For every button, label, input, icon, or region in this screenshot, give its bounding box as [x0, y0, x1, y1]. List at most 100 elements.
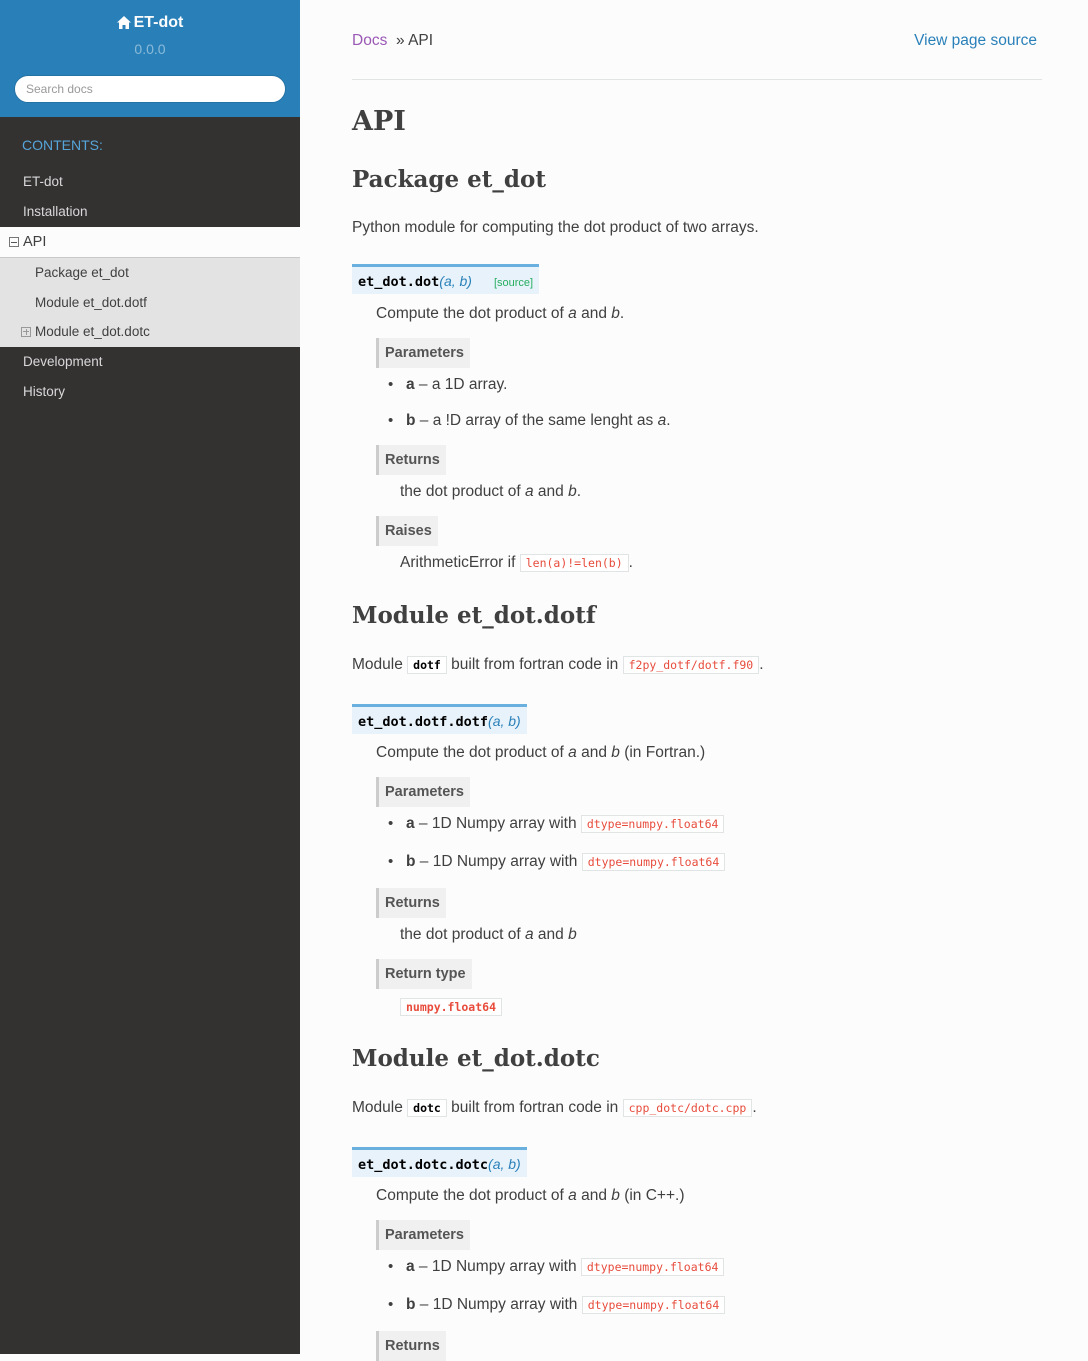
text: .	[628, 554, 633, 571]
text: .	[666, 412, 671, 429]
function-args: (a, b)	[488, 713, 521, 729]
field-label-returns: Returns	[376, 888, 446, 918]
text: .	[752, 1099, 757, 1116]
param-ref: a	[524, 483, 534, 500]
field-label-returns: Returns	[376, 1331, 446, 1361]
breadcrumb-current: » API	[396, 32, 434, 49]
param-ref: b	[611, 744, 620, 761]
sidebar-header: ET-dot 0.0.0	[0, 0, 300, 117]
function-description: Compute the dot product of a and b (in F…	[376, 744, 705, 762]
collapse-icon[interactable]	[9, 237, 19, 247]
sidebar-subnav: Package et_dot Module et_dot.dotf Module…	[0, 257, 300, 347]
function-name: et_dot.dotc.dotc	[358, 1157, 489, 1173]
param-ref: a	[568, 305, 577, 322]
field-label-returns: Returns	[376, 445, 446, 475]
inline-code: dotc	[407, 1099, 447, 1117]
section-heading-package: Package et_dot	[352, 166, 546, 193]
project-link[interactable]: ET-dot	[0, 0, 300, 36]
sidebar-item-module-dotc[interactable]: Module et_dot.dotc	[0, 317, 300, 347]
list-item: b – 1D Numpy array with dtype=numpy.floa…	[388, 1296, 726, 1314]
param-ref: b	[611, 1187, 620, 1204]
param-name: a	[406, 815, 415, 832]
text: and	[533, 926, 569, 943]
field-label-return-type: Return type	[376, 959, 472, 989]
function-args: (a, b)	[488, 1156, 521, 1172]
function-signature-dotf: et_dot.dotf.dotf(a, b)	[352, 704, 527, 734]
home-icon	[116, 16, 131, 34]
text: and	[576, 305, 612, 322]
text: Compute the dot product of	[376, 1187, 569, 1204]
search-input[interactable]	[14, 75, 286, 103]
text: the dot product of	[400, 483, 525, 500]
list-item: a – a 1D array.	[388, 376, 508, 394]
function-name: et_dot.dot	[358, 274, 440, 290]
inline-code[interactable]: numpy.float64	[400, 998, 503, 1016]
param-name: a	[406, 1258, 415, 1275]
param-ref: b	[568, 483, 577, 500]
returns-description: the dot product of a and b	[400, 926, 577, 944]
inline-code: dotf	[407, 656, 447, 674]
param-ref: b	[611, 305, 620, 322]
text: Compute the dot product of	[376, 305, 569, 322]
param-desc: – a 1D array.	[414, 376, 508, 393]
list-item: a – 1D Numpy array with dtype=numpy.floa…	[388, 815, 725, 833]
sidebar-item-api[interactable]: API	[0, 227, 300, 257]
text: (in Fortran.)	[619, 744, 706, 761]
field-label-parameters: Parameters	[376, 777, 470, 807]
text: built from fortran code in	[446, 1099, 623, 1116]
text: Compute the dot product of	[376, 744, 569, 761]
inline-code: len(a)!=len(b)	[519, 554, 629, 572]
function-description: Compute the dot product of a and b.	[376, 305, 624, 323]
text: ArithmeticError if	[400, 554, 520, 571]
dotc-intro: Module dotc built from fortran code in c…	[352, 1099, 757, 1117]
text: .	[576, 483, 581, 500]
inline-code: dtype=numpy.float64	[581, 853, 726, 871]
returns-description: the dot product of a and b.	[400, 483, 581, 501]
view-page-source-link[interactable]: View page source	[914, 32, 1037, 50]
sidebar-item-development[interactable]: Development	[0, 347, 300, 377]
sidebar-item-label: Module et_dot.dotc	[35, 324, 150, 339]
field-label-raises: Raises	[376, 516, 438, 546]
project-version: 0.0.0	[134, 41, 166, 57]
function-description: Compute the dot product of a and b (in C…	[376, 1187, 685, 1205]
param-ref: a	[568, 744, 577, 761]
inline-code: dtype=numpy.float64	[580, 1258, 725, 1276]
function-signature-dotc: et_dot.dotc.dotc(a, b)	[352, 1147, 527, 1177]
text: built from fortran code in	[446, 656, 623, 673]
sidebar-item-et-dot[interactable]: ET-dot	[0, 167, 300, 197]
text: and	[576, 1187, 612, 1204]
field-label-parameters: Parameters	[376, 338, 470, 368]
sidebar-item-installation[interactable]: Installation	[0, 197, 300, 227]
param-ref: a	[568, 1187, 577, 1204]
package-intro: Python module for computing the dot prod…	[352, 219, 759, 236]
list-item: b – a !D array of the same lenght as a.	[388, 412, 671, 430]
return-type-value: numpy.float64	[400, 998, 503, 1016]
list-item: b – 1D Numpy array with dtype=numpy.floa…	[388, 853, 726, 871]
sidebar-item-module-dotf[interactable]: Module et_dot.dotf	[0, 288, 300, 318]
param-ref: b	[568, 926, 577, 943]
function-signature-dot: et_dot.dot(a, b) [source]	[352, 264, 540, 294]
text: (in C++.)	[619, 1187, 685, 1204]
inline-code: f2py_dotf/dotf.f90	[622, 656, 760, 674]
page-title: API	[352, 106, 406, 137]
param-name: a	[406, 376, 415, 393]
param-desc: – a !D array of the same lenght as	[415, 412, 658, 429]
breadcrumb-docs-link[interactable]: Docs	[352, 32, 387, 50]
function-args: (a, b)	[439, 273, 472, 289]
inline-code: dtype=numpy.float64	[581, 1296, 726, 1314]
source-link[interactable]: [source]	[494, 277, 533, 289]
project-name[interactable]: ET-dot	[134, 14, 184, 31]
param-desc: – 1D Numpy array with	[414, 815, 581, 832]
param-desc: – 1D Numpy array with	[415, 1296, 582, 1313]
function-name: et_dot.dotf.dotf	[358, 714, 489, 730]
sidebar-item-package-et-dot[interactable]: Package et_dot	[0, 258, 300, 288]
section-heading-dotc: Module et_dot.dotc	[352, 1045, 600, 1072]
sidebar-item-history[interactable]: History	[0, 377, 300, 407]
text: Module	[352, 656, 408, 673]
section-heading-dotf: Module et_dot.dotf	[352, 602, 596, 629]
dotf-intro: Module dotf built from fortran code in f…	[352, 656, 764, 674]
list-item: a – 1D Numpy array with dtype=numpy.floa…	[388, 1258, 725, 1276]
param-ref: a	[524, 926, 534, 943]
expand-icon[interactable]	[21, 326, 31, 337]
param-ref: a	[657, 412, 667, 429]
